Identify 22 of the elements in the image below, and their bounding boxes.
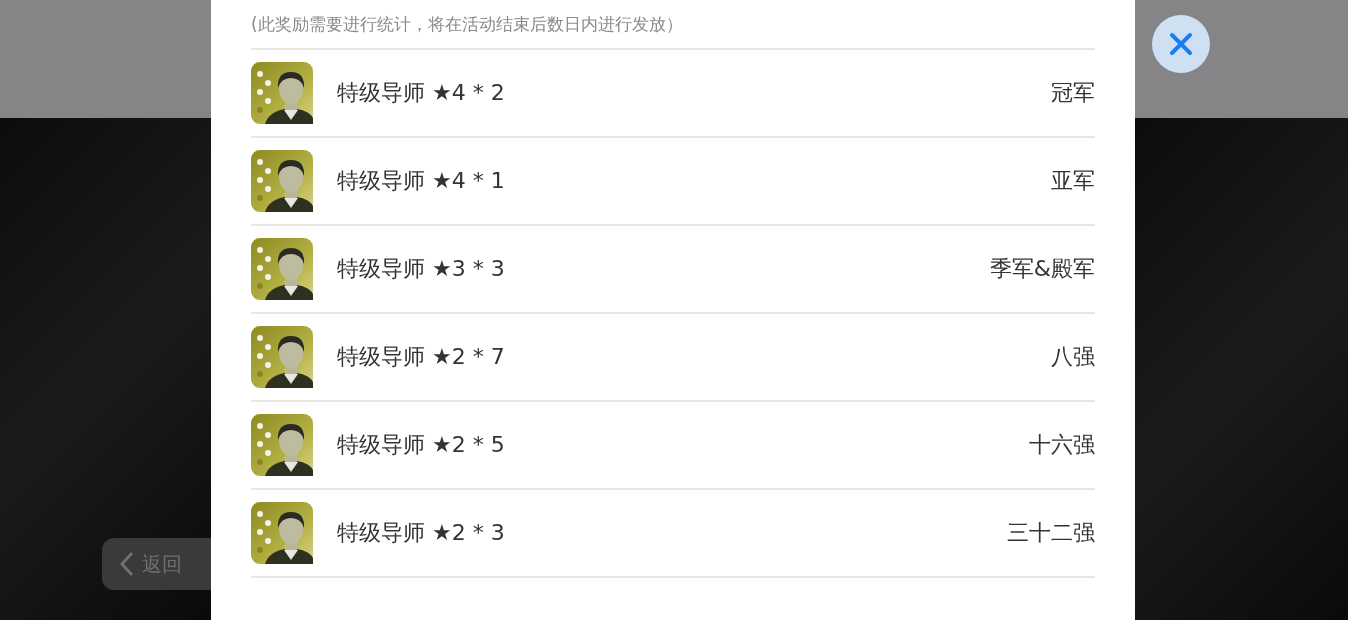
reward-name: 特级导师 ★4 * 1 [337,167,506,195]
reward-name: 特级导师 ★2 * 7 [337,343,506,371]
close-icon [1169,32,1193,56]
coach-card-icon [251,326,313,388]
reward-rank: 亚军 [1051,167,1095,195]
reward-name: 特级导师 ★2 * 3 [337,519,506,547]
coach-card-icon [251,238,313,300]
chevron-left-icon [120,551,134,577]
coach-card-icon [251,150,313,212]
reward-name: 特级导师 ★4 * 2 [337,79,506,107]
reward-rank: 季军&殿军 [989,255,1095,283]
close-button[interactable] [1152,15,1210,73]
coach-card-icon [251,502,313,564]
coach-card-icon [251,62,313,124]
reward-rank: 三十二强 [1007,519,1095,547]
reward-name: 特级导师 ★3 * 3 [337,255,506,283]
reward-rank: 八强 [1051,343,1095,371]
coach-card-icon [251,414,313,476]
reward-name: 特级导师 ★2 * 5 [337,431,506,459]
reward-rank: 冠军 [1051,79,1095,107]
reward-rank: 十六强 [1029,431,1095,459]
reward-note: (此奖励需要进行统计，将在活动结束后数日内进行发放） [251,10,1095,50]
